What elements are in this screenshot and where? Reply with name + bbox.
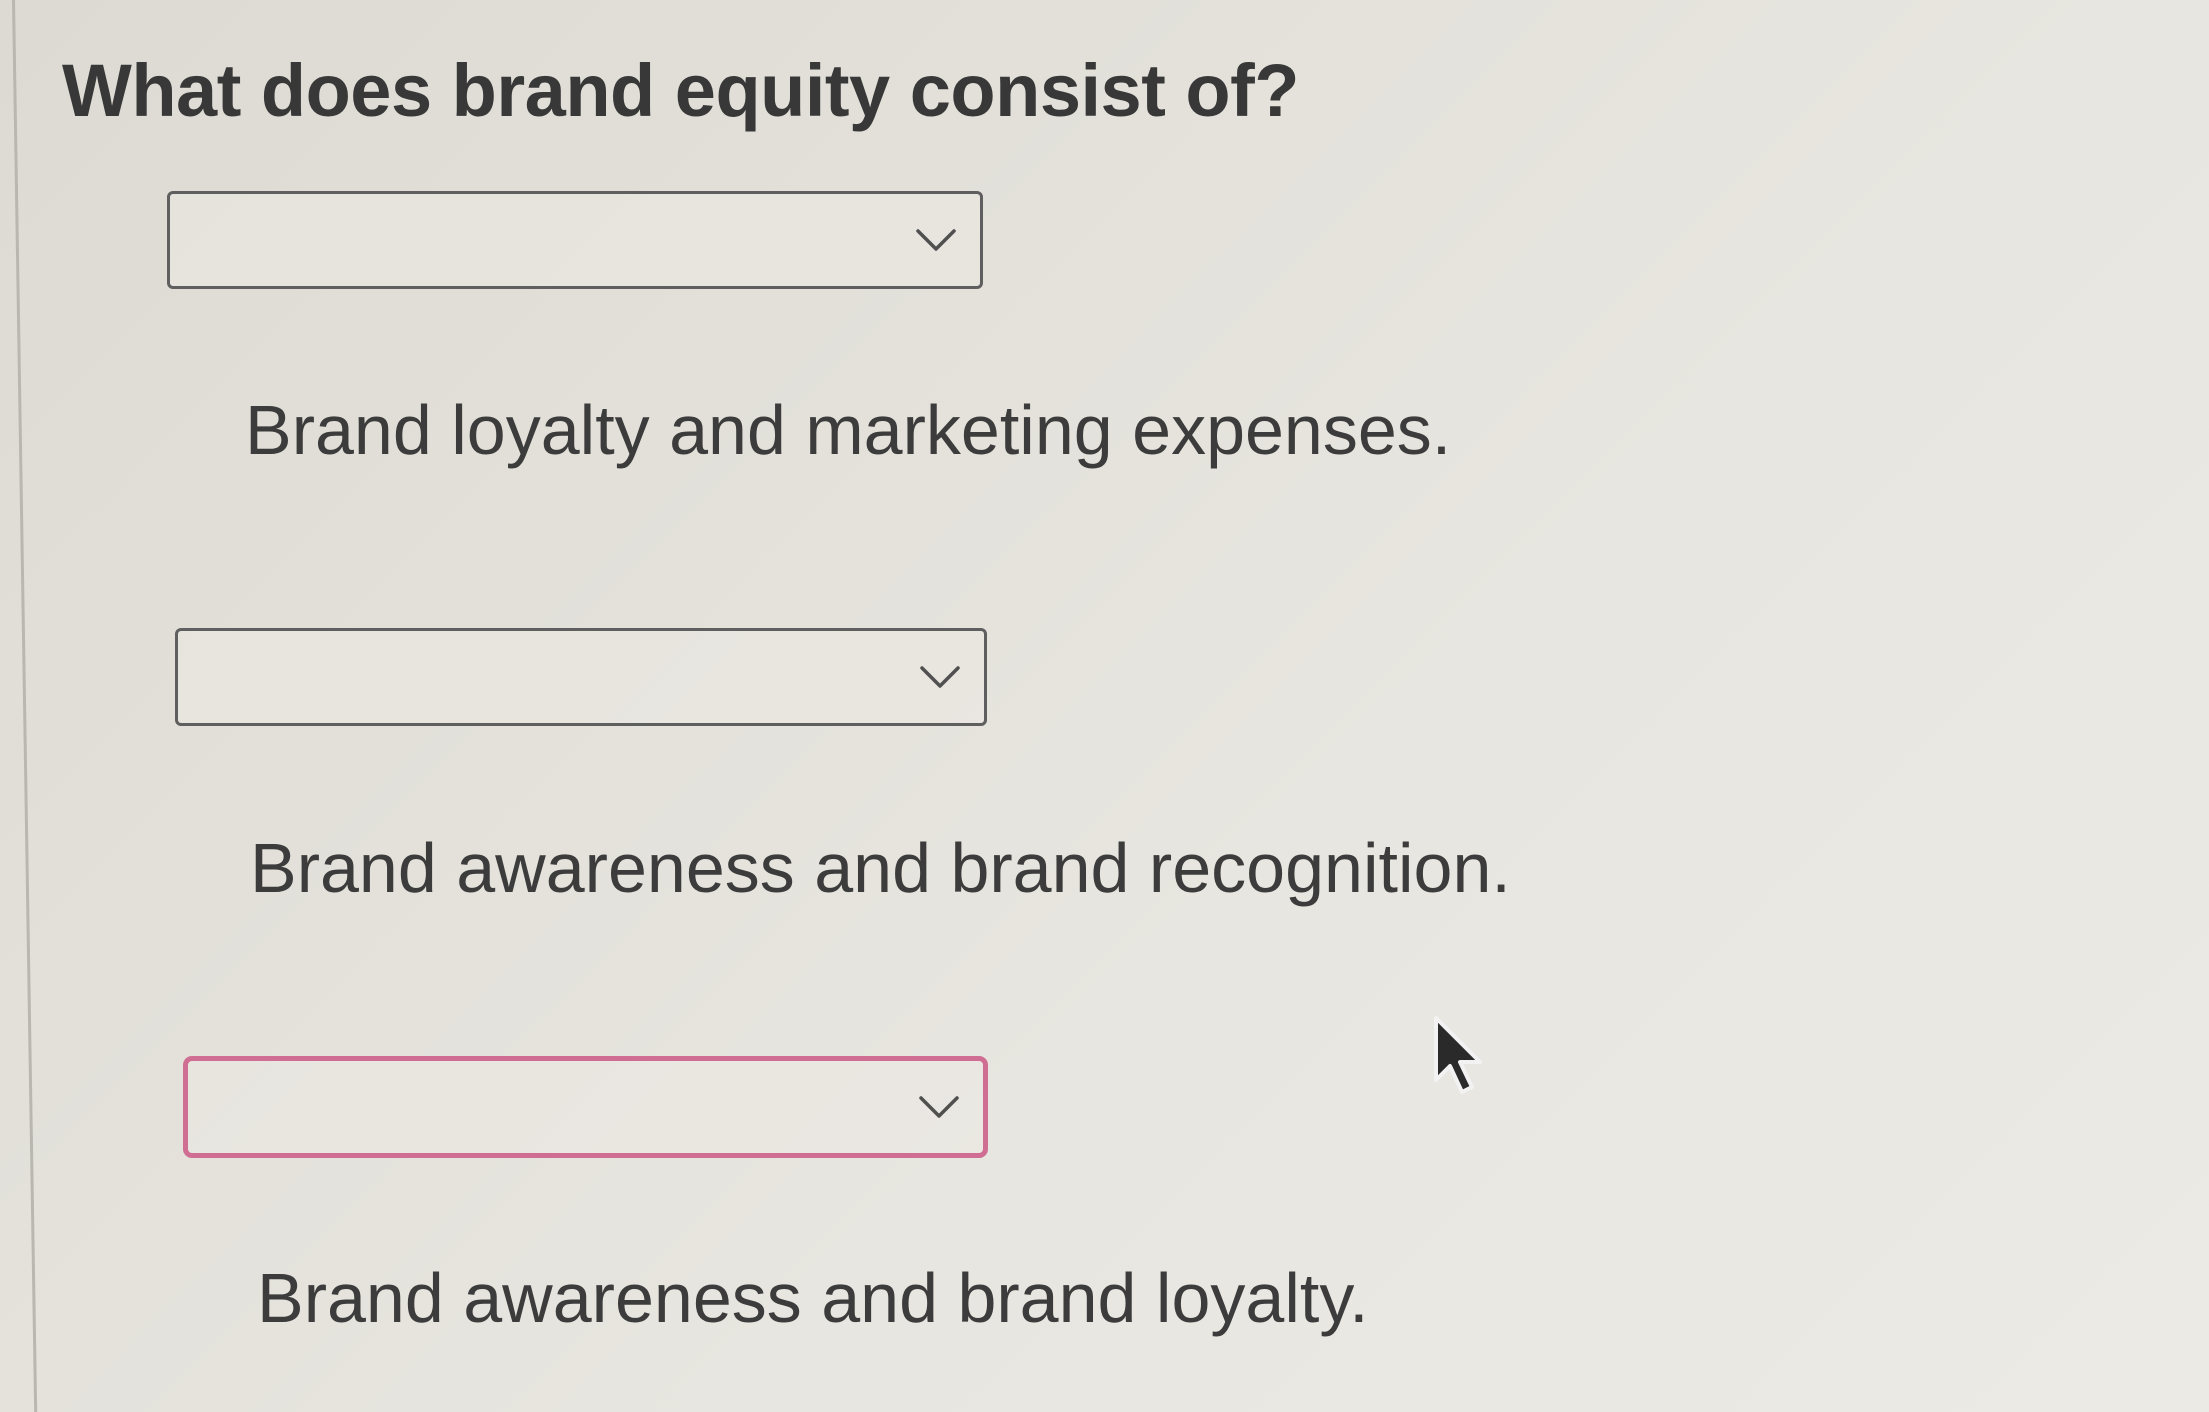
answer-option-2-label: Brand awareness and brand recognition. [250, 829, 1511, 907]
answer-select-1[interactable] [167, 191, 983, 289]
mouse-pointer-icon [1434, 1016, 1482, 1094]
question-title: What does brand equity consist of? [62, 49, 1299, 132]
answer-option-3-label: Brand awareness and brand loyalty. [257, 1259, 1369, 1337]
chevron-down-icon [920, 666, 960, 688]
chevron-down-icon [919, 1096, 959, 1118]
answer-select-3[interactable] [183, 1056, 988, 1158]
answer-option-1-label: Brand loyalty and marketing expenses. [245, 391, 1452, 469]
content-left-border [12, 0, 38, 1412]
answer-select-2[interactable] [175, 628, 987, 726]
chevron-down-icon [916, 229, 956, 251]
